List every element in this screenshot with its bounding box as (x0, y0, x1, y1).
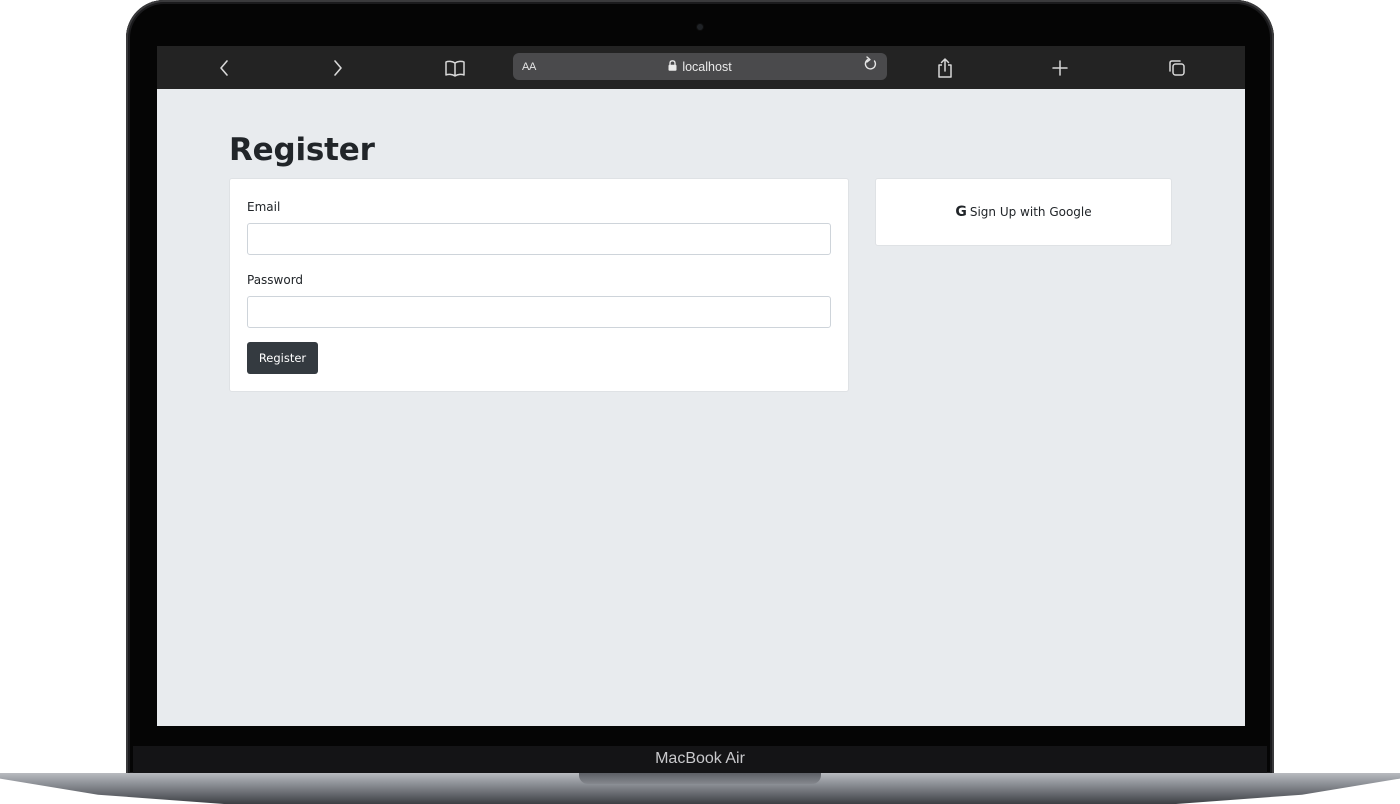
email-label: Email (247, 200, 281, 214)
tabs-button[interactable] (1157, 46, 1197, 89)
laptop-hinge-notch (579, 773, 821, 784)
reload-button[interactable] (859, 55, 883, 78)
model-label: MacBook Air (655, 750, 745, 767)
google-signup-label: Sign Up with Google (969, 205, 1092, 219)
camera-dot (697, 24, 703, 30)
share-icon (936, 57, 954, 79)
password-input[interactable] (247, 296, 831, 328)
browser-screen: AA localhost Register Email Password Reg… (157, 46, 1245, 726)
share-button[interactable] (925, 46, 965, 89)
google-signup-card: G Sign Up with Google (875, 178, 1172, 246)
back-button[interactable] (204, 46, 244, 89)
bookmarks-button[interactable] (435, 46, 475, 89)
email-input[interactable] (247, 223, 831, 255)
lock-icon (668, 59, 677, 74)
plus-icon (1051, 59, 1069, 77)
address-bar[interactable]: AA localhost (513, 53, 887, 80)
url-text: localhost (682, 59, 732, 74)
page-title: Register (229, 132, 375, 168)
forward-button[interactable] (318, 46, 358, 89)
tabs-icon (1167, 58, 1187, 78)
password-label: Password (247, 273, 304, 287)
register-form-card: Email Password Register (229, 178, 849, 392)
reload-icon (864, 56, 878, 77)
chevron-left-icon (218, 59, 230, 77)
browser-toolbar: AA localhost (157, 46, 1245, 89)
book-icon (444, 59, 466, 77)
new-tab-button[interactable] (1040, 46, 1080, 89)
google-icon: G (955, 204, 967, 220)
url-display: localhost (513, 53, 887, 80)
google-signup-button[interactable]: G Sign Up with Google (876, 179, 1171, 245)
device-mockup: AA localhost Register Email Password Reg… (0, 0, 1400, 804)
chevron-right-icon (332, 59, 344, 77)
register-button[interactable]: Register (247, 342, 318, 374)
